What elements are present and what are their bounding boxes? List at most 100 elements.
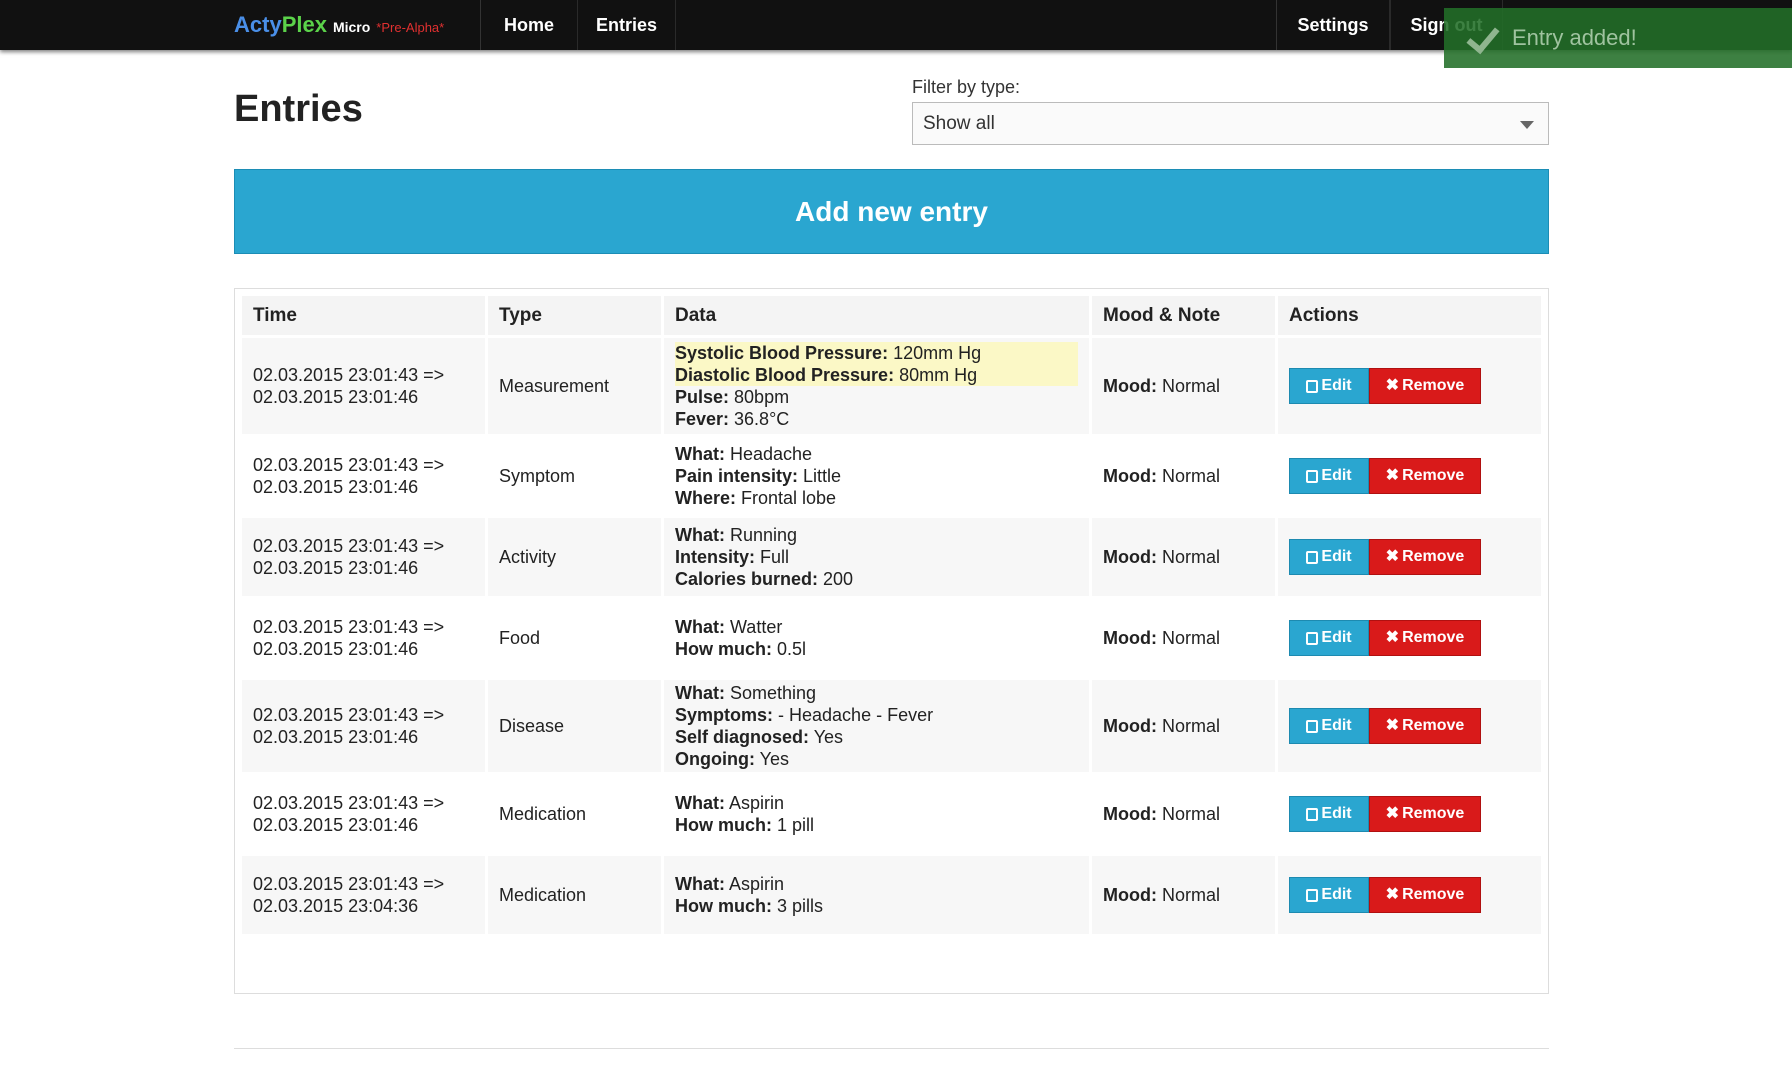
remove-button[interactable]: ✖ Remove (1369, 458, 1481, 494)
mood-value: Normal (1156, 628, 1220, 648)
cell-time: 02.03.2015 23:01:43 => 02.03.2015 23:01:4… (242, 680, 485, 772)
data-field-value: - Headache - Fever (773, 705, 934, 725)
brand-logo[interactable]: Acty Plex Micro *Pre-Alpha* (234, 0, 444, 50)
cell-type: Activity (488, 518, 661, 596)
edit-button[interactable]: Edit (1289, 877, 1369, 913)
edit-icon (1306, 469, 1319, 483)
edit-icon (1306, 379, 1319, 393)
table-row: 02.03.2015 23:01:43 => 02.03.2015 23:01:4… (242, 437, 1541, 515)
mood-label: Mood: (1103, 547, 1157, 567)
table-row: 02.03.2015 23:01:43 => 02.03.2015 23:01:4… (242, 775, 1541, 853)
cell-data: What: Running Intensity: Full Calories bur… (664, 518, 1089, 596)
remove-button-label: Remove (1402, 548, 1465, 565)
data-field-value: Aspirin (724, 874, 785, 894)
cell-time: 02.03.2015 23:01:43 => 02.03.2015 23:01:4… (242, 518, 485, 596)
footer-divider (234, 1048, 1549, 1049)
header-type: Type (488, 296, 661, 335)
remove-button-label: Remove (1402, 629, 1465, 646)
data-field-value: 80bpm (729, 387, 790, 407)
row-actions: Edit ✖ Remove (1289, 796, 1530, 832)
edit-button-label: Edit (1321, 717, 1352, 734)
data-field-value: 200 (818, 569, 854, 589)
data-field: Where: Frontal lobe (675, 487, 1078, 509)
time-end: 02.03.2015 23:01:46 (253, 477, 419, 497)
mood-label: Mood: (1103, 466, 1157, 486)
time-end: 02.03.2015 23:01:46 (253, 558, 419, 578)
remove-button[interactable]: ✖ Remove (1369, 368, 1481, 404)
data-field-label: Symptoms: (675, 705, 774, 725)
data-field-value: Headache (724, 444, 813, 464)
edit-button[interactable]: Edit (1289, 796, 1369, 832)
remove-button[interactable]: ✖ Remove (1369, 877, 1481, 913)
data-field: Self diagnosed: Yes (675, 726, 1078, 748)
mood-value: Normal (1156, 376, 1220, 396)
data-field-value: Full (755, 547, 790, 567)
cell-type: Medication (488, 856, 661, 934)
data-field-label: Calories burned: (675, 569, 819, 589)
toast-message: Entry added! (1512, 25, 1637, 50)
data-field-label: Pain intensity: (675, 466, 799, 486)
mood-label: Mood: (1103, 376, 1157, 396)
cell-type: Symptom (488, 437, 661, 515)
edit-button[interactable]: Edit (1289, 708, 1369, 744)
table-header-row: Time Type Data Mood & Note Actions (242, 296, 1541, 335)
cell-time: 02.03.2015 23:01:43 => 02.03.2015 23:04:3… (242, 856, 485, 934)
data-field-value: 0.5l (772, 639, 807, 659)
edit-button-label: Edit (1321, 886, 1352, 903)
table-row: 02.03.2015 23:01:43 => 02.03.2015 23:01:4… (242, 680, 1541, 772)
data-field-label: What: (675, 617, 725, 637)
data-field-label: What: (675, 683, 725, 703)
cell-data: Systolic Blood Pressure: 120mm Hg Diastol… (664, 338, 1089, 434)
cell-mood: Mood: Normal (1092, 856, 1275, 934)
table-row: 02.03.2015 23:01:43 => 02.03.2015 23:01:4… (242, 518, 1541, 596)
edit-icon (1306, 550, 1319, 564)
mood-value: Normal (1156, 716, 1220, 736)
data-field-label: How much: (675, 896, 772, 916)
edit-button[interactable]: Edit (1289, 458, 1369, 494)
entries-table: Time Type Data Mood & Note Actions 02.03… (239, 293, 1544, 937)
edit-button-label: Edit (1321, 377, 1352, 394)
cell-time: 02.03.2015 23:01:43 => 02.03.2015 23:01:4… (242, 437, 485, 515)
nav-home[interactable]: Home (480, 0, 578, 50)
data-field-label: How much: (675, 639, 772, 659)
data-field-label: Ongoing: (675, 749, 755, 769)
remove-button[interactable]: ✖ Remove (1369, 796, 1481, 832)
data-field-label: Fever: (675, 409, 730, 429)
add-entry-button[interactable]: Add new entry (234, 169, 1549, 254)
entries-table-container: Time Type Data Mood & Note Actions 02.03… (234, 288, 1549, 994)
mood-value: Normal (1156, 885, 1220, 905)
data-field-label: Self diagnosed: (675, 727, 810, 747)
remove-button-label: Remove (1402, 805, 1465, 822)
row-actions: Edit ✖ Remove (1289, 620, 1530, 656)
nav-settings[interactable]: Settings (1276, 0, 1390, 50)
nav-entries[interactable]: Entries (577, 0, 676, 50)
cell-actions: Edit ✖ Remove (1278, 338, 1541, 434)
edit-button[interactable]: Edit (1289, 368, 1369, 404)
edit-icon (1306, 807, 1319, 821)
data-field-label: What: (675, 525, 725, 545)
edit-button[interactable]: Edit (1289, 539, 1369, 575)
brand-name-part2: Plex (281, 12, 327, 37)
time-end: 02.03.2015 23:04:36 (253, 896, 419, 916)
cell-type: Measurement (488, 338, 661, 434)
remove-button[interactable]: ✖ Remove (1369, 539, 1481, 575)
cell-data: What: Watter How much: 0.5l (664, 599, 1089, 677)
time-start: 02.03.2015 23:01:43 => (253, 365, 445, 385)
filter-type-select[interactable]: Show all (912, 102, 1549, 145)
toast-notification[interactable]: Entry added! (1444, 8, 1792, 68)
data-field: Ongoing: Yes (675, 748, 1078, 770)
x-icon: ✖ (1385, 805, 1400, 822)
remove-button-label: Remove (1402, 717, 1465, 734)
edit-icon (1306, 888, 1319, 902)
edit-button[interactable]: Edit (1289, 620, 1369, 656)
time-end: 02.03.2015 23:01:46 (253, 387, 419, 407)
x-icon: ✖ (1385, 548, 1400, 565)
remove-button[interactable]: ✖ Remove (1369, 708, 1481, 744)
cell-mood: Mood: Normal (1092, 338, 1275, 434)
cell-time: 02.03.2015 23:01:43 => 02.03.2015 23:01:4… (242, 338, 485, 434)
data-field-value: Watter (724, 617, 783, 637)
brand-stage-tag: *Pre-Alpha* (376, 19, 445, 35)
data-field: Pain intensity: Little (675, 465, 1078, 487)
cell-actions: Edit ✖ Remove (1278, 680, 1541, 772)
remove-button[interactable]: ✖ Remove (1369, 620, 1481, 656)
